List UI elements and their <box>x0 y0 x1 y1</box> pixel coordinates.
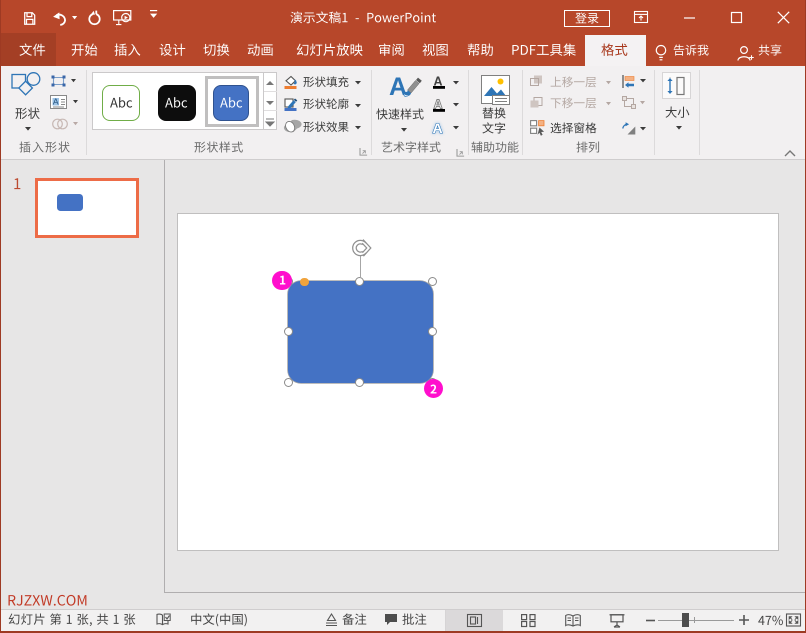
svg-text:A: A <box>53 97 59 107</box>
svg-text:A: A <box>433 120 443 136</box>
svg-text:A: A <box>389 73 407 101</box>
